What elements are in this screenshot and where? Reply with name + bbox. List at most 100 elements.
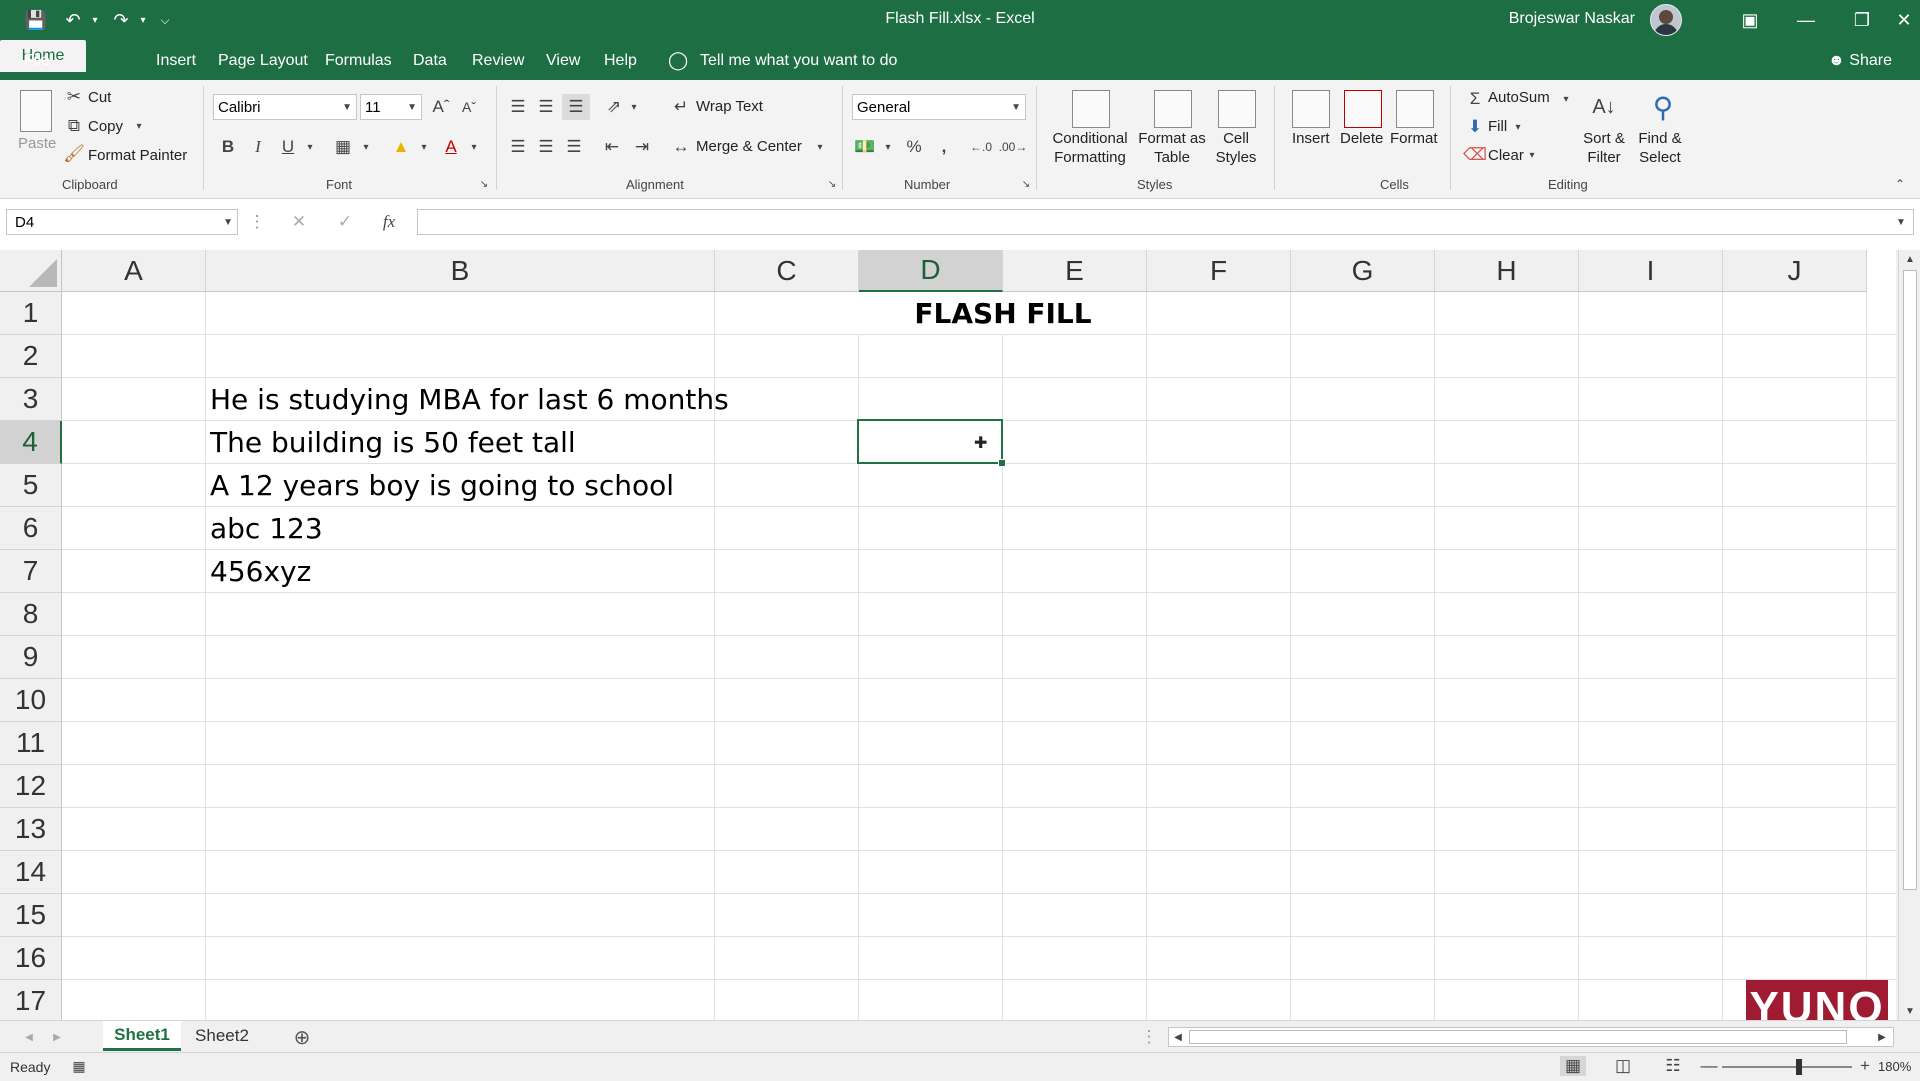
align-middle-icon[interactable]: ☰: [534, 94, 558, 120]
column-header-g[interactable]: G: [1291, 250, 1435, 292]
macro-record-icon[interactable]: ▦: [70, 1057, 88, 1075]
copy-dropdown-icon[interactable]: ▾: [132, 118, 146, 134]
scroll-down-icon[interactable]: ▼: [1903, 1004, 1917, 1018]
column-header-e[interactable]: E: [1003, 250, 1147, 292]
row-header-15[interactable]: 15: [0, 894, 62, 937]
merge-dropdown-icon[interactable]: ▾: [814, 134, 826, 160]
add-sheet-icon[interactable]: ⊕: [290, 1025, 314, 1049]
row-header-2[interactable]: 2: [0, 335, 62, 378]
row-header-6[interactable]: 6: [0, 507, 62, 550]
column-header-i[interactable]: I: [1579, 250, 1723, 292]
user-name[interactable]: Brojeswar Naskar: [1509, 10, 1635, 28]
tab-data[interactable]: Data: [413, 52, 447, 70]
scroll-sheets-left-icon[interactable]: ◀: [22, 1027, 36, 1047]
increase-decimal-icon[interactable]: ←.0: [968, 134, 994, 160]
worksheet-grid[interactable]: A B C D E F G H I J 1 2 3 4 5 6 7 8 9 10…: [0, 250, 1900, 1020]
wrap-text-button[interactable]: Wrap Text: [696, 98, 763, 115]
ribbon-display-options-icon[interactable]: ▣: [1722, 0, 1778, 40]
tab-insert[interactable]: Insert: [156, 52, 196, 70]
row-header-16[interactable]: 16: [0, 937, 62, 980]
minimize-icon[interactable]: —: [1778, 0, 1834, 40]
row-header-8[interactable]: 8: [0, 593, 62, 636]
fill-handle[interactable]: [998, 459, 1006, 467]
tab-view[interactable]: View: [546, 52, 580, 70]
row-header-9[interactable]: 9: [0, 636, 62, 679]
align-right-icon[interactable]: ☰: [562, 134, 586, 160]
horizontal-scrollbar[interactable]: ◀ ▶: [1168, 1027, 1894, 1047]
sort-filter-button[interactable]: Sort & Filter: [1578, 130, 1630, 166]
row-header-13[interactable]: 13: [0, 808, 62, 851]
copy-button[interactable]: Copy: [88, 118, 123, 135]
align-center-icon[interactable]: ☰: [534, 134, 558, 160]
alignment-dialog-launcher-icon[interactable]: ↘: [826, 178, 838, 190]
cell-b7[interactable]: 456xyz: [210, 550, 311, 592]
tab-formulas[interactable]: Formulas: [325, 52, 392, 70]
merge-center-button[interactable]: Merge & Center: [696, 138, 802, 155]
column-header-d[interactable]: D: [859, 250, 1003, 292]
row-header-11[interactable]: 11: [0, 722, 62, 765]
name-box[interactable]: D4 ▼: [6, 209, 238, 235]
column-header-j[interactable]: J: [1723, 250, 1867, 292]
orientation-dropdown-icon[interactable]: ▾: [628, 94, 640, 120]
cut-button[interactable]: Cut: [88, 89, 111, 106]
expand-formula-bar-icon[interactable]: ▼: [1894, 213, 1908, 231]
scroll-up-icon[interactable]: ▲: [1903, 252, 1917, 266]
format-cells-button[interactable]: Format: [1390, 130, 1438, 147]
normal-view-icon[interactable]: ▦: [1560, 1056, 1586, 1076]
delete-cells-button[interactable]: Delete: [1340, 130, 1383, 147]
bold-icon[interactable]: B: [218, 134, 238, 160]
fill-color-icon[interactable]: ▲: [390, 134, 412, 160]
more-options-icon[interactable]: ⋮: [249, 211, 266, 233]
column-header-b[interactable]: B: [206, 250, 715, 292]
row-header-12[interactable]: 12: [0, 765, 62, 808]
accounting-dropdown-icon[interactable]: ▾: [882, 134, 894, 160]
row-header-17[interactable]: 17: [0, 980, 62, 1020]
column-header-c[interactable]: C: [715, 250, 859, 292]
font-color-icon[interactable]: A: [440, 134, 462, 160]
align-left-icon[interactable]: ☰: [506, 134, 530, 160]
font-color-dropdown-icon[interactable]: ▾: [468, 134, 480, 160]
splitter-icon[interactable]: ⋮: [1141, 1027, 1158, 1047]
underline-dropdown-icon[interactable]: ▾: [304, 134, 316, 160]
autosum-dropdown-icon[interactable]: ▾: [1560, 88, 1572, 110]
autosum-button[interactable]: AutoSum: [1488, 89, 1550, 106]
zoom-slider-thumb[interactable]: [1796, 1059, 1802, 1075]
row-header-1[interactable]: 1: [0, 292, 62, 335]
row-header-4[interactable]: 4: [0, 421, 62, 464]
tell-me-search[interactable]: Tell me what you want to do: [700, 52, 897, 70]
row-header-7[interactable]: 7: [0, 550, 62, 593]
row-header-14[interactable]: 14: [0, 851, 62, 894]
page-layout-view-icon[interactable]: ◫: [1610, 1056, 1636, 1076]
underline-icon[interactable]: U: [278, 134, 298, 160]
fill-button[interactable]: Fill: [1488, 118, 1507, 135]
format-as-table-button[interactable]: Format as Table: [1136, 130, 1208, 166]
page-break-view-icon[interactable]: ☷: [1660, 1056, 1686, 1076]
fill-dropdown-icon[interactable]: ▾: [1512, 116, 1524, 138]
decrease-indent-icon[interactable]: ⇤: [600, 134, 624, 160]
horizontal-scroll-thumb[interactable]: [1189, 1030, 1847, 1044]
cell-b3[interactable]: He is studying MBA for last 6 months: [210, 378, 729, 420]
cancel-entry-icon[interactable]: ✕: [284, 211, 314, 233]
insert-function-icon[interactable]: fx: [374, 211, 404, 233]
row-header-3[interactable]: 3: [0, 378, 62, 421]
share-button[interactable]: ☻ Share: [1828, 52, 1892, 70]
sheet-tab-sheet2[interactable]: Sheet2: [186, 1021, 258, 1051]
number-format-select[interactable]: General ▼: [852, 94, 1026, 120]
accounting-format-icon[interactable]: 💵: [852, 134, 878, 160]
zoom-level[interactable]: 180%: [1878, 1059, 1911, 1074]
cell-b5[interactable]: A 12 years boy is going to school: [210, 464, 674, 506]
decrease-decimal-icon[interactable]: .00→: [999, 134, 1028, 160]
italic-icon[interactable]: I: [248, 134, 268, 160]
decrease-font-icon[interactable]: Aˇ: [458, 94, 480, 120]
font-name-select[interactable]: Calibri ▼: [213, 94, 357, 120]
scroll-right-icon[interactable]: ▶: [1875, 1030, 1889, 1044]
scroll-sheets-right-icon[interactable]: ▶: [50, 1027, 64, 1047]
paste-icon[interactable]: [20, 90, 52, 132]
cell-styles-button[interactable]: Cell Styles: [1206, 130, 1266, 166]
percent-icon[interactable]: %: [902, 134, 926, 160]
row-header-10[interactable]: 10: [0, 679, 62, 722]
zoom-out-icon[interactable]: —: [1700, 1056, 1718, 1076]
tab-help[interactable]: Help: [604, 52, 637, 70]
avatar[interactable]: [1650, 4, 1682, 36]
comma-style-icon[interactable]: ,: [934, 134, 954, 160]
